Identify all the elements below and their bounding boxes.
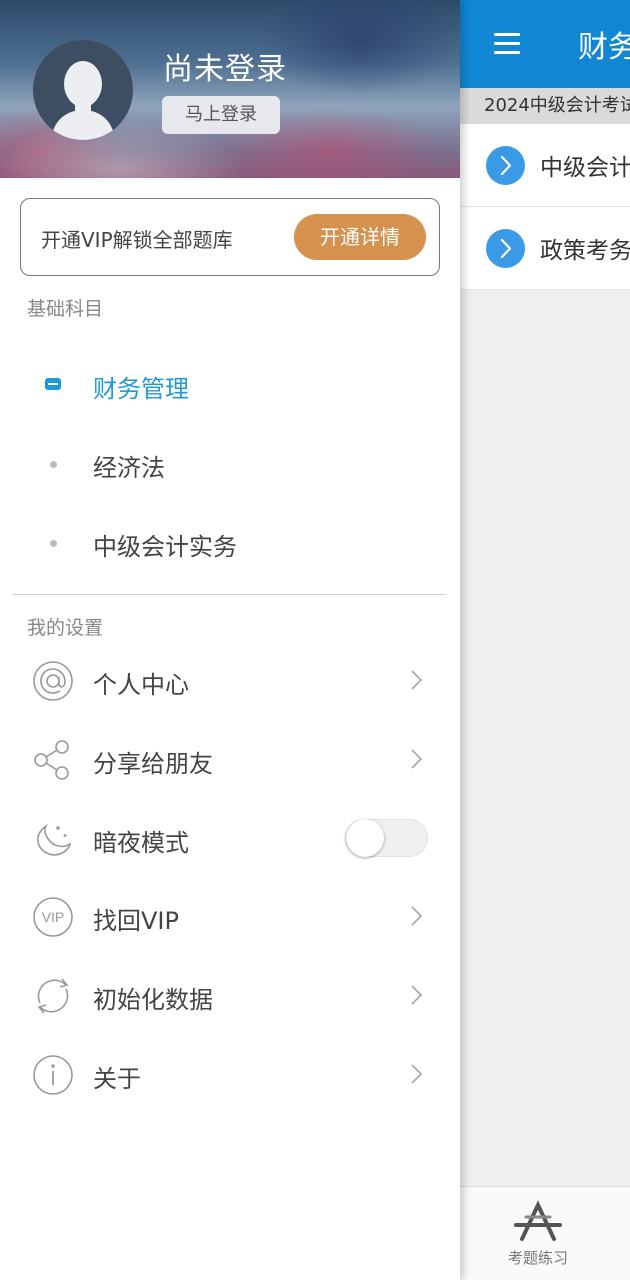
vip-icon-text: VIP <box>42 909 65 925</box>
subjects-section-title: 基础科目 <box>27 298 104 320</box>
settings-section-title: 我的设置 <box>27 617 104 639</box>
dark-mode-toggle[interactable] <box>345 819 428 857</box>
subject-item-intermediate-accounting[interactable]: 中级会计实务 <box>0 512 460 572</box>
chevron-right-icon <box>411 670 423 690</box>
list-item[interactable]: 中级会计 <box>460 124 630 207</box>
setting-label: 关于 <box>93 1065 141 1093</box>
default-user-avatar-icon <box>51 61 115 140</box>
navigation-drawer: 尚未登录 马上登录 开通VIP解锁全部题库 开通详情 基础科目 财务管理 经济法… <box>0 0 460 1280</box>
vip-details-button[interactable]: 开通详情 <box>294 214 426 260</box>
setting-recover-vip[interactable]: VIP 找回VIP <box>0 881 460 951</box>
setting-label: 暗夜模式 <box>93 829 189 857</box>
vip-promo-text: 开通VIP解锁全部题库 <box>41 228 233 252</box>
setting-label: 初始化数据 <box>93 986 213 1014</box>
setting-dark-mode: 暗夜模式 <box>0 803 460 873</box>
setting-about[interactable]: 关于 <box>0 1039 460 1109</box>
tab-exam-practice[interactable]: 考题练习 <box>508 1247 568 1268</box>
refresh-icon <box>37 978 69 1014</box>
subject-item-economic-law[interactable]: 经济法 <box>0 433 460 493</box>
book-icon <box>45 378 61 390</box>
hamburger-menu-icon[interactable] <box>494 33 520 55</box>
profile-header: 尚未登录 马上登录 <box>0 0 460 178</box>
category-list: 中级会计 政策考务 <box>460 124 630 290</box>
subject-label: 财务管理 <box>93 375 189 403</box>
chevron-right-icon <box>411 1064 423 1084</box>
bullet-icon <box>50 540 57 547</box>
moon-icon <box>37 823 72 856</box>
setting-label: 找回VIP <box>93 907 179 935</box>
vip-icon: VIP <box>33 897 73 937</box>
toggle-knob <box>346 819 384 857</box>
exam-practice-icon[interactable] <box>512 1199 564 1243</box>
divider <box>13 594 446 595</box>
chevron-right-circle-icon <box>486 146 525 185</box>
chevron-right-circle-icon <box>486 229 525 268</box>
subject-label: 中级会计实务 <box>93 533 237 561</box>
setting-reset-data[interactable]: 初始化数据 <box>0 960 460 1030</box>
setting-share[interactable]: 分享给朋友 <box>0 724 460 794</box>
bullet-icon <box>50 461 57 468</box>
bottom-tab-bar: 考题练习 <box>460 1186 630 1280</box>
list-item-label: 政策考务 <box>540 238 630 264</box>
share-icon <box>34 740 69 780</box>
avatar[interactable] <box>33 40 133 140</box>
page-title: 财务 <box>578 30 630 65</box>
subject-item-financial-management[interactable]: 财务管理 <box>0 354 460 414</box>
chevron-right-icon <box>411 749 423 769</box>
vip-banner: 开通VIP解锁全部题库 开通详情 <box>20 198 440 276</box>
login-button[interactable]: 马上登录 <box>162 96 280 134</box>
user-name: 尚未登录 <box>163 52 287 87</box>
setting-personal-center[interactable]: 个人中心 <box>0 645 460 715</box>
setting-label: 分享给朋友 <box>93 750 213 778</box>
chevron-right-icon <box>411 906 423 926</box>
setting-label: 个人中心 <box>93 671 189 699</box>
info-icon <box>33 1055 73 1095</box>
at-sign-icon <box>33 661 73 701</box>
chevron-right-icon <box>411 985 423 1005</box>
list-item[interactable]: 政策考务 <box>460 207 630 290</box>
list-item-label: 中级会计 <box>540 155 630 181</box>
subject-label: 经济法 <box>93 454 165 482</box>
notice-banner[interactable]: 2024中级会计考试 <box>460 88 630 124</box>
